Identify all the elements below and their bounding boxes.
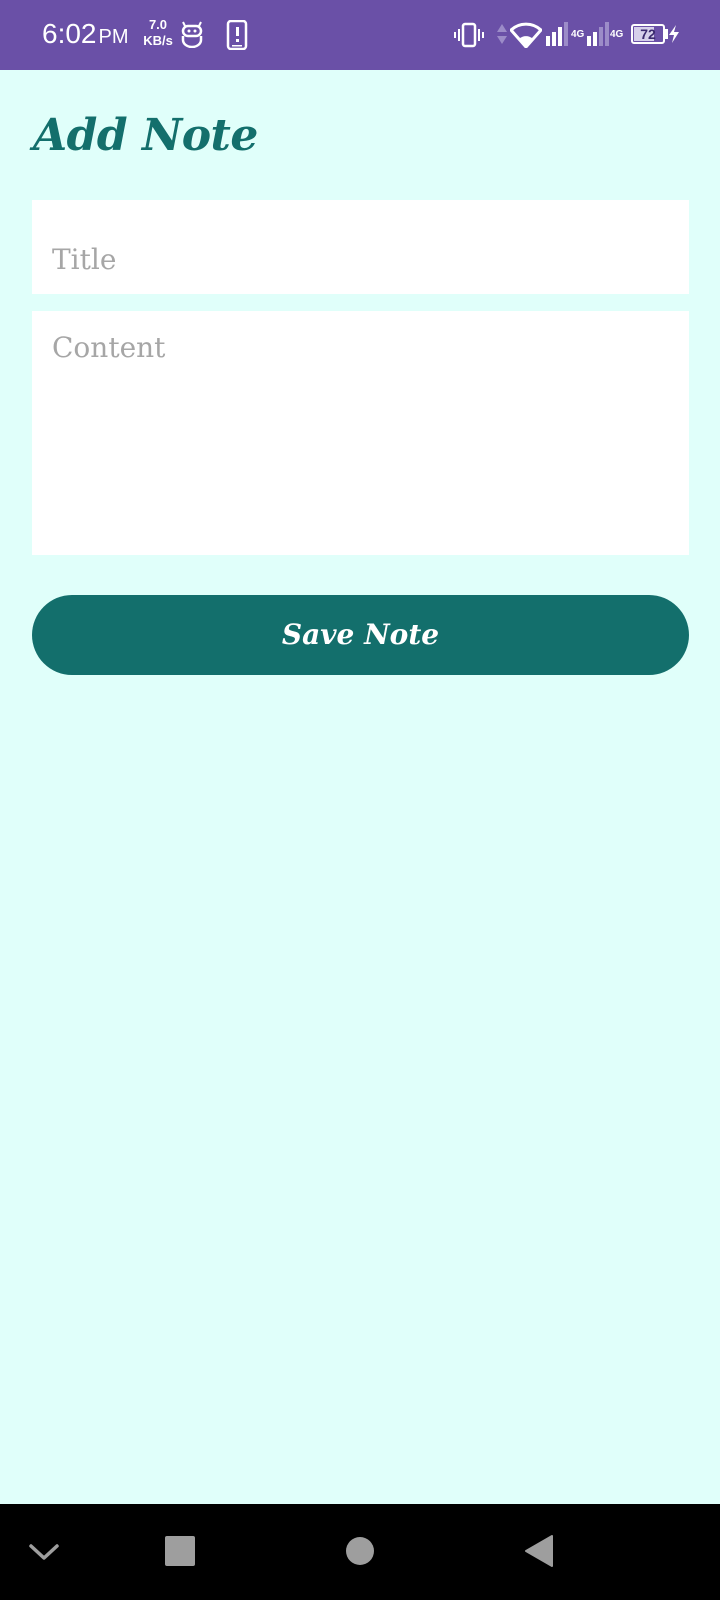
network-type-1: 4G (571, 29, 585, 40)
status-time-value: 6:02 (42, 18, 97, 49)
android-icon (181, 21, 203, 48)
navigation-bar (0, 1504, 720, 1600)
network-speed: 7.0 KB/s (140, 17, 176, 49)
data-arrows-icon (497, 24, 507, 44)
status-time-ampm: PM (98, 26, 129, 48)
signal-icon (546, 22, 568, 46)
network-speed-value: 7.0 (148, 17, 168, 32)
back-icon[interactable] (524, 1534, 554, 1568)
phone-alert-icon (226, 20, 248, 50)
title-input[interactable] (32, 200, 689, 294)
page-title: Add Note (33, 110, 258, 161)
content-textarea[interactable] (32, 311, 689, 555)
recents-icon[interactable] (165, 1536, 195, 1566)
save-note-button[interactable]: Save Note (32, 595, 689, 675)
wifi-icon (510, 22, 542, 48)
status-time: 6:02 PM (42, 18, 129, 50)
charging-icon (669, 25, 679, 43)
network-speed-unit: KB/s (143, 33, 173, 48)
vibrate-icon (454, 22, 484, 48)
network-type-2: 4G (610, 29, 624, 40)
battery-level: 72 (640, 26, 656, 42)
signal-icon (587, 22, 609, 46)
home-icon[interactable] (345, 1536, 375, 1566)
status-bar: 6:02 PM 7.0 KB/s 4G 4G 72 (0, 0, 720, 70)
chevron-down-icon[interactable] (28, 1540, 60, 1564)
battery-icon: 72 (631, 24, 665, 44)
